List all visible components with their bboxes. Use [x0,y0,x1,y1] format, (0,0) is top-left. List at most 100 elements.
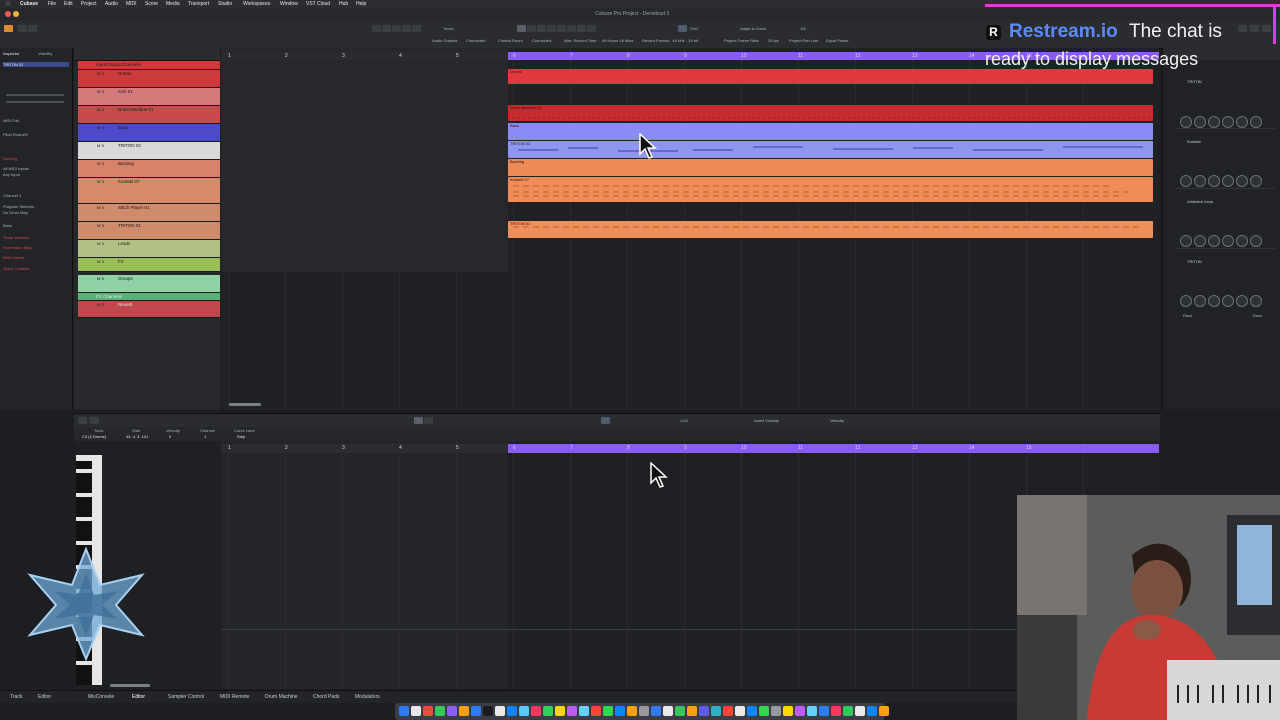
rack-knob[interactable] [1222,235,1234,247]
rack-knob[interactable] [1194,295,1206,307]
track-row[interactable]: M S Reverb [78,301,220,318]
inspector-volume-slider[interactable] [6,94,64,96]
rack-knob[interactable] [1236,116,1248,128]
dock-app-icon[interactable] [843,706,853,716]
cycle-range[interactable] [508,444,1159,453]
dock-app-icon[interactable] [663,706,673,716]
menu-vstcloud[interactable]: VST Cloud [306,1,330,7]
piano-black-key[interactable] [76,465,92,469]
inspector-track-name[interactable]: TRITON 02 [3,62,69,67]
dock-app-icon[interactable] [771,706,781,716]
inspector-track-versions[interactable]: Track Versions [3,235,69,240]
dock-app-icon[interactable] [699,706,709,716]
rack-knob[interactable] [1180,175,1192,187]
track-row[interactable]: M S Drums [78,70,220,88]
listen-button[interactable] [392,25,401,32]
inspector-routing[interactable]: Routing [3,156,69,161]
close-window-icon[interactable] [5,11,11,17]
menu-audio[interactable]: Audio [105,1,118,7]
mute-tool[interactable] [577,25,586,32]
editor-select-tool[interactable] [414,417,423,424]
inspector-expression-map[interactable]: Expression Map [3,245,69,250]
dock-app-icon[interactable] [615,706,625,716]
editor-snap-button[interactable] [601,417,610,424]
menu-help[interactable]: Help [356,1,366,7]
tab-sampler-control[interactable]: Sampler Control [168,694,204,700]
zoom-tool[interactable] [567,25,576,32]
split-tool[interactable] [537,25,546,32]
menu-studio[interactable]: Studio [218,1,232,7]
rack-knob[interactable] [1250,235,1262,247]
horizontal-scrollbar[interactable] [229,403,261,406]
dock-app-icon[interactable] [675,706,685,716]
automation-mode-select[interactable]: Touch [443,26,454,31]
inspector-program-selector[interactable]: Program Selector [3,204,69,209]
rack-footer-right[interactable]: Rack [1253,313,1262,318]
rack-knob[interactable] [1180,295,1192,307]
editor-scrollbar[interactable] [110,684,150,687]
apple-icon[interactable]:  [6,1,10,7]
track-row[interactable]: Input/Output Channels [78,61,220,70]
piano-black-key[interactable] [76,681,92,685]
dock-app-icon[interactable] [759,706,769,716]
menu-hub[interactable]: Hub [339,1,348,7]
menu-project[interactable]: Project [81,1,97,7]
menu-window[interactable]: Window [280,1,298,7]
inspector-pan-slider[interactable] [6,101,64,103]
dock-app-icon[interactable] [471,706,481,716]
editor-insert-velocity[interactable]: Insert Velocity [754,418,779,423]
dock-app-icon[interactable] [603,706,613,716]
track-row[interactable]: M S Backing [78,160,220,178]
editor-gear-icon[interactable] [90,417,99,424]
track-row[interactable]: M S Drum Machine 01 [78,106,220,124]
inspector-channel[interactable]: Channel 1 [3,193,69,198]
grid-type-select[interactable]: Adapt to Zoom [740,26,766,31]
dock-app-icon[interactable] [855,706,865,716]
inspector-quick-controls[interactable]: Quick Controls [3,266,69,271]
info-value[interactable]: C3 (4 Drums) [82,434,106,439]
dock-app-icon[interactable] [459,706,469,716]
dock-app-icon[interactable] [531,706,541,716]
rack-knob[interactable] [1250,116,1262,128]
rack-knob[interactable] [1208,235,1220,247]
track-row[interactable]: M S Kontakt 07 [78,178,220,204]
dock-app-icon[interactable] [819,706,829,716]
dock-app-icon[interactable] [399,706,409,716]
editor-quantize-select[interactable]: 1/16 [680,418,688,423]
tab-chord-pads[interactable]: Chord Pads [313,694,339,700]
dock-app-icon[interactable] [423,706,433,716]
rack-footer-left[interactable]: Rack [1183,313,1192,318]
rack-knob[interactable] [1194,116,1206,128]
write-button[interactable] [412,25,421,32]
mute-button[interactable] [372,25,381,32]
quantize-preset-select[interactable]: 1/8 [800,26,806,31]
dock-app-icon[interactable] [735,706,745,716]
editor-draw-tool[interactable] [424,417,433,424]
dock-app-icon[interactable] [783,706,793,716]
glue-tool[interactable] [547,25,556,32]
dock-app-icon[interactable] [711,706,721,716]
track-row-selected[interactable]: M S TRITON 02 [78,142,220,160]
menu-edit[interactable]: Edit [64,1,73,7]
piano-black-key[interactable] [76,537,92,541]
erase-tool[interactable] [557,25,566,32]
rack-knob[interactable] [1180,116,1192,128]
track-row[interactable]: M S Bass [78,124,220,142]
key-editor-grid[interactable] [74,441,1160,689]
dock-app-icon[interactable] [483,706,493,716]
menu-media[interactable]: Media [166,1,180,7]
track-row[interactable]: FX Channels [78,293,220,301]
dock-app-icon[interactable] [591,706,601,716]
rack-knob[interactable] [1208,116,1220,128]
dock-app-icon[interactable] [867,706,877,716]
dock-app-icon[interactable] [879,706,889,716]
tab-lower-editor[interactable]: Editor [132,694,145,700]
tab-drum-machine[interactable]: Drum Machine [265,694,298,700]
tab-mixconsole[interactable]: MixConsole [88,694,114,700]
dock-app-icon[interactable] [747,706,757,716]
rack-knob[interactable] [1222,295,1234,307]
rack-knob[interactable] [1236,175,1248,187]
dock-app-icon[interactable] [435,706,445,716]
dock-app-icon[interactable] [831,706,841,716]
dock-app-icon[interactable] [723,706,733,716]
